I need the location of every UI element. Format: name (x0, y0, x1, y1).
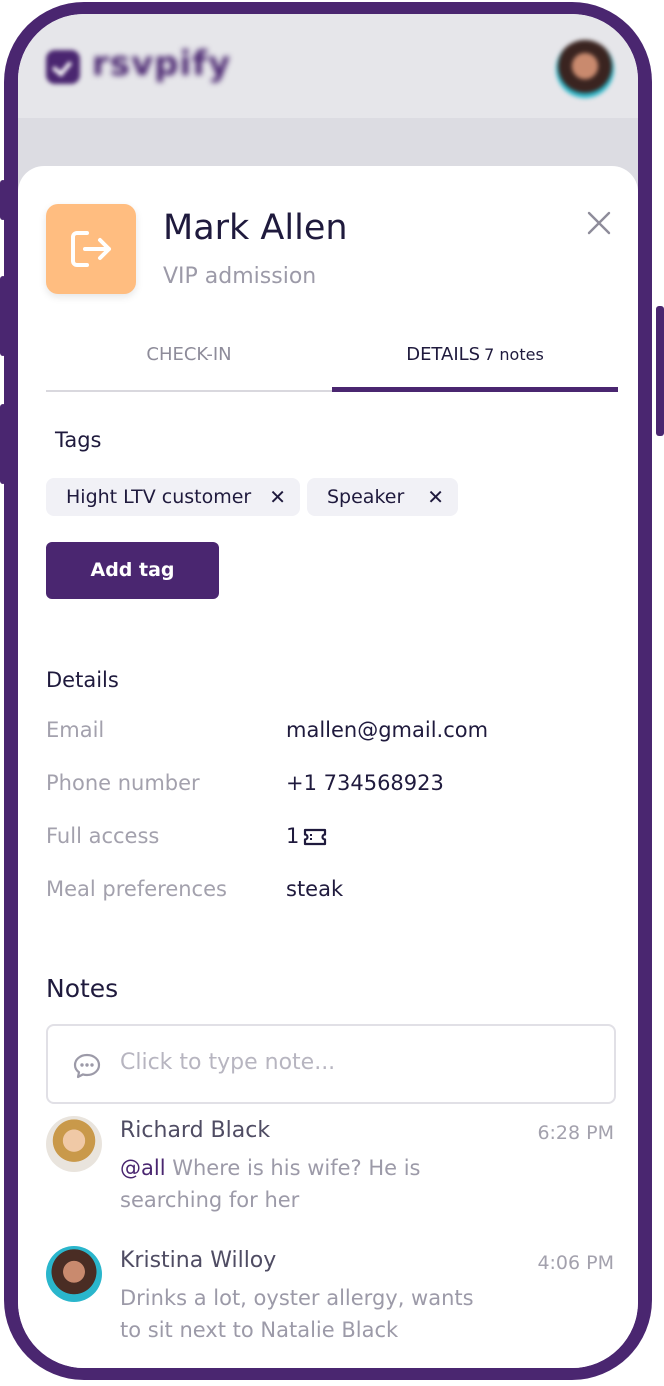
tab-details-label: DETAILS (406, 344, 481, 365)
phone-side-button-right (656, 306, 664, 436)
full-access-count: 1 (286, 824, 300, 848)
detail-value-full-access: 1 (286, 824, 327, 848)
tab-check-in[interactable]: CHECK-IN (46, 336, 332, 392)
note-time: 6:28 PM (537, 1122, 614, 1144)
tab-check-in-label: CHECK-IN (146, 344, 232, 365)
note-input-placeholder: Click to type note... (120, 1050, 336, 1075)
exit-icon (71, 231, 111, 267)
note-time: 4:06 PM (537, 1252, 614, 1274)
note-author-avatar (46, 1116, 102, 1172)
details-heading: Details (46, 668, 119, 692)
chat-bubble-icon (73, 1053, 101, 1079)
remove-tag-icon[interactable]: ✕ (269, 478, 286, 516)
guest-name: Mark Allen (163, 208, 348, 248)
tag-chip-label: Hight LTV customer (66, 486, 252, 508)
detail-label-email: Email (46, 718, 105, 742)
guest-admission-type: VIP admission (163, 264, 317, 289)
app-logo-icon (46, 50, 80, 84)
phone-frame: rsvpify Mark Allen VIP admission CHECK-I… (4, 2, 652, 1380)
detail-value-email: mallen@gmail.com (286, 718, 489, 742)
note-body: Where is his wife? He is searching for h… (120, 1156, 421, 1212)
note-text: Drinks a lot, oyster allergy, wants to s… (120, 1282, 500, 1346)
tag-chip: Hight LTV customer ✕ (46, 478, 300, 516)
detail-label-meal: Meal preferences (46, 877, 227, 901)
note-author-avatar (46, 1246, 102, 1302)
ticket-icon (304, 828, 327, 846)
remove-tag-icon[interactable]: ✕ (427, 478, 444, 516)
note-author: Richard Black (120, 1118, 271, 1143)
tag-chip: Speaker ✕ (307, 478, 458, 516)
detail-label-phone: Phone number (46, 771, 200, 795)
note-input[interactable]: Click to type note... (46, 1024, 616, 1104)
notes-count: 7 notes (484, 345, 544, 364)
guest-details-sheet: Mark Allen VIP admission CHECK-IN DETAIL… (18, 166, 638, 1368)
close-icon[interactable] (584, 208, 614, 238)
note-body: Drinks a lot, oyster allergy, wants to s… (120, 1286, 474, 1342)
detail-label-full-access: Full access (46, 824, 160, 848)
note-mention[interactable]: @all (120, 1156, 166, 1180)
app-name: rsvpify (92, 44, 232, 84)
tags-heading: Tags (55, 428, 102, 452)
notes-heading: Notes (46, 974, 119, 1003)
detail-value-meal: steak (286, 877, 344, 901)
detail-value-phone: +1 734568923 (286, 771, 444, 795)
note-text: @all Where is his wife? He is searching … (120, 1152, 500, 1216)
guest-status-badge (46, 204, 136, 294)
phone-screen: rsvpify Mark Allen VIP admission CHECK-I… (18, 14, 638, 1368)
note-author: Kristina Willoy (120, 1248, 277, 1273)
tab-bar: CHECK-IN DETAILS 7 notes (46, 336, 618, 394)
user-avatar[interactable] (556, 40, 614, 98)
tag-chip-label: Speaker (327, 486, 405, 508)
tab-details[interactable]: DETAILS 7 notes (332, 336, 618, 392)
add-tag-button[interactable]: Add tag (46, 542, 219, 599)
